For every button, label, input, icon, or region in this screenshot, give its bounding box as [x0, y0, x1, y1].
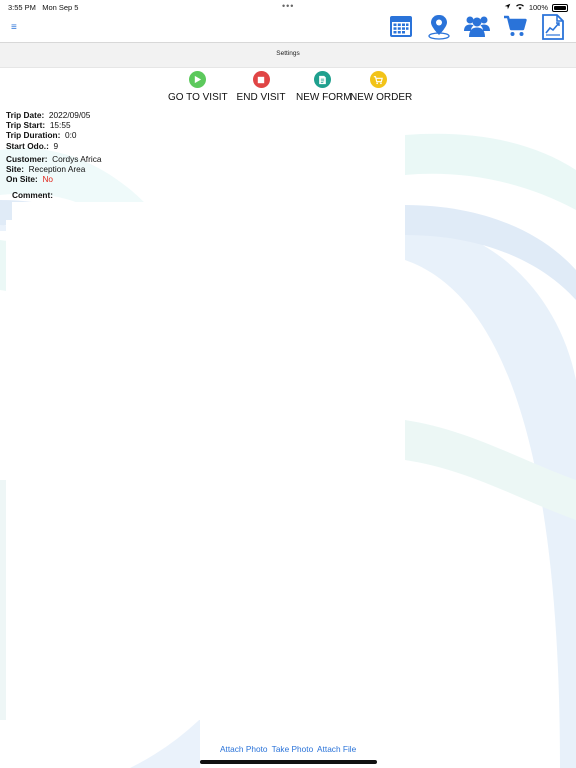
comment-label: Comment:: [12, 190, 54, 200]
content-area: [6, 220, 405, 720]
go-to-visit-label: GO TO VISIT: [168, 92, 228, 103]
report-icon[interactable]: [541, 14, 567, 40]
start-odo-label: Start Odo.:: [6, 140, 49, 151]
new-form-label: NEW FORM: [296, 92, 352, 103]
trip-date-label: Trip Date:: [6, 110, 45, 120]
trip-info: Trip Date: 2022/09/05 Trip Start: 15:55 …: [6, 110, 101, 184]
status-right: 100%: [504, 3, 568, 12]
cart-icon[interactable]: [503, 14, 529, 40]
trip-duration-label: Trip Duration:: [6, 130, 61, 141]
menu-icon[interactable]: ≡: [11, 22, 17, 33]
settings-title: Settings: [276, 50, 300, 57]
top-nav: ≡: [0, 14, 576, 42]
comment-field[interactable]: [12, 202, 405, 220]
go-to-visit-button[interactable]: GO TO VISIT: [168, 71, 228, 103]
customer-row: Customer: Cordys Africa: [6, 154, 101, 164]
status-time: 3:55 PM Mon Sep 5: [8, 3, 79, 12]
play-icon: [188, 71, 206, 88]
map-pin-icon[interactable]: [427, 14, 453, 40]
trip-date-value: 2022/09/05: [48, 110, 91, 120]
attach-photo-link[interactable]: Attach Photo: [220, 744, 268, 754]
new-order-label: NEW ORDER: [350, 92, 413, 103]
take-photo-link[interactable]: Take Photo: [272, 744, 314, 754]
calendar-icon[interactable]: [389, 14, 415, 40]
end-visit-label: END VISIT: [236, 92, 286, 103]
home-indicator[interactable]: [200, 760, 377, 764]
on-site-value: No: [42, 174, 54, 185]
site-row: Site: Reception Area: [6, 164, 101, 174]
start-odo-row: Start Odo.: 9: [6, 141, 101, 151]
start-odo-value: 9: [53, 140, 59, 151]
trip-date-row: Trip Date: 2022/09/05: [6, 110, 101, 120]
on-site-row: On Site: No: [6, 174, 101, 184]
trip-start-value: 15:55: [49, 120, 71, 131]
users-icon[interactable]: [464, 14, 490, 40]
location-arrow-icon: [504, 3, 511, 12]
attachment-links: Attach Photo Take Photo Attach File: [220, 744, 358, 754]
status-bar: 3:55 PM Mon Sep 5 ••• 100%: [0, 0, 576, 14]
battery-icon: [552, 3, 568, 12]
battery-percent: 100%: [528, 3, 548, 12]
wifi-icon: [515, 3, 525, 12]
form-icon: [313, 71, 331, 88]
customer-value: Cordys Africa: [52, 153, 102, 164]
order-icon: [369, 71, 387, 88]
multitask-dots[interactable]: •••: [282, 1, 294, 11]
new-order-button[interactable]: NEW ORDER: [350, 71, 413, 103]
site-value: Reception Area: [28, 164, 86, 175]
settings-bar[interactable]: Settings: [0, 42, 576, 68]
trip-start-label: Trip Start:: [6, 120, 46, 131]
stop-icon: [252, 71, 270, 88]
attach-file-link[interactable]: Attach File: [317, 744, 356, 754]
customer-label: Customer:: [6, 153, 48, 164]
site-label: Site:: [6, 164, 24, 175]
end-visit-button[interactable]: END VISIT: [236, 71, 286, 103]
trip-duration-row: Trip Duration: 0:0: [6, 130, 101, 140]
trip-duration-value: 0:0: [65, 130, 77, 141]
new-form-button[interactable]: NEW FORM: [296, 71, 352, 103]
trip-start-row: Trip Start: 15:55: [6, 120, 101, 130]
on-site-label: On Site:: [6, 174, 38, 185]
